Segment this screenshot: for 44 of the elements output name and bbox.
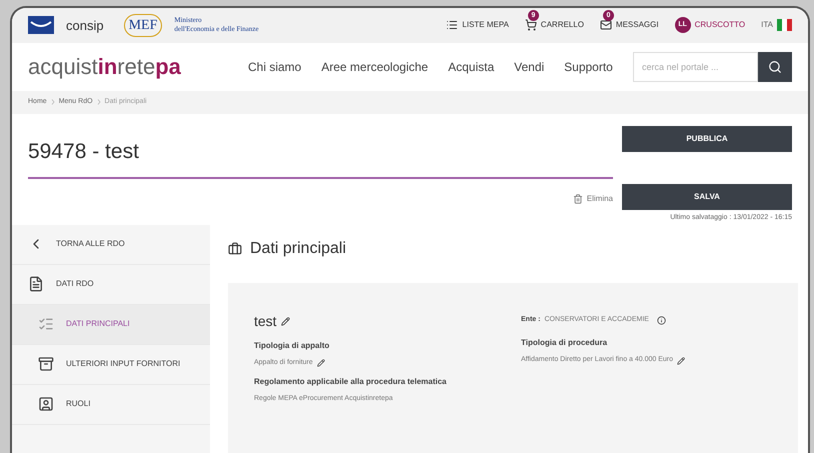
nav-link[interactable]: Acquista [448,58,494,76]
chevron-icon [50,99,55,106]
nav-link[interactable]: Vendi [514,58,544,76]
chevron-icon [96,99,101,106]
delete-link[interactable]: Elimina [572,193,613,206]
nav-link[interactable]: Chi siamo [248,58,302,76]
top-link[interactable]: CARRELLO [524,19,584,32]
consip-logo-icon [28,16,54,34]
nav-link[interactable]: Aree merceologiche [321,58,428,76]
edit-icon[interactable] [316,359,325,368]
sidebar-item[interactable]: ULTERIORI INPUT FORNITORI [12,344,210,385]
language-label: ITA [761,19,773,32]
field-label: Regolamento applicabile alla procedura telematica [254,376,448,388]
cart-icon [524,19,537,32]
checklist-icon [38,316,54,332]
sidebar-item[interactable]: RUOLI [12,384,210,425]
search-icon [768,60,782,74]
publish-button[interactable]: PUBBLICA [622,126,792,152]
flag-icon [777,19,792,32]
trash-icon [572,194,583,204]
field-label: Tipologia di procedura [521,337,608,350]
search-field[interactable]: cerca nel portale ... [633,52,758,82]
brand-name: consip [66,16,104,35]
mail-icon [600,19,612,32]
field-label: Tipologia di appalto [254,340,330,352]
ministry-logo: MEF [124,14,162,37]
sidebar-item[interactable]: TORNA ALLE RDO [12,224,210,265]
sidebar-item[interactable]: DATI PRINCIPALI [12,304,210,345]
save-button[interactable]: SALVA [622,184,792,210]
archive-icon [38,356,54,372]
edit-icon[interactable] [677,356,686,365]
nav-link[interactable]: Supporto [564,58,613,76]
top-link[interactable]: MESSAGGI [600,19,659,32]
person-icon [38,396,54,412]
site-logo: acquistinretepa [28,53,182,82]
top-link[interactable]: LISTE MEPA [446,19,509,32]
rdo-name: test [254,312,277,331]
document-icon [28,276,44,292]
edit-icon[interactable] [280,316,290,326]
briefcase-icon [228,242,242,256]
section-heading: Dati principali [250,238,346,259]
page-title: 59478 - test [28,126,613,180]
search-button[interactable] [758,52,792,82]
info-icon[interactable] [656,316,666,325]
